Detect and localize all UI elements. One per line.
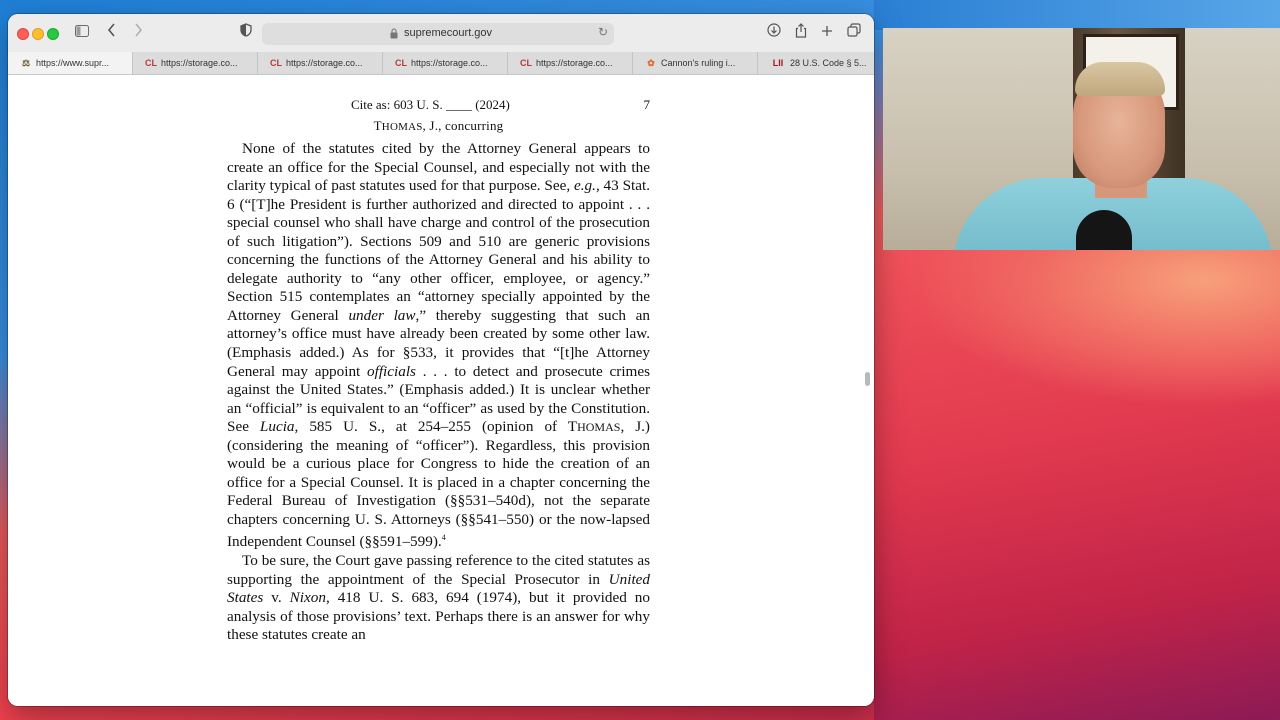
scrollbar-thumb[interactable] bbox=[865, 372, 870, 386]
tab-bar: ⚖ https://www.supr... CL https://storage.c… bbox=[8, 52, 874, 75]
tab-label: Cannon's ruling i... bbox=[661, 58, 736, 68]
text-run: , J.) (considering the meaning of “offic… bbox=[227, 418, 650, 551]
courtlistener-icon: CL bbox=[145, 58, 157, 68]
tab-overview-icon[interactable] bbox=[844, 23, 864, 43]
share-icon[interactable] bbox=[791, 23, 811, 43]
text-run: , 43 Stat. 6 (“[T]he President is furthe… bbox=[227, 177, 650, 324]
paragraph: To be sure, the Court gave passing refer… bbox=[227, 552, 650, 645]
courtlistener-icon: CL bbox=[270, 58, 282, 68]
text-run: To be sure, the Court gave passing refer… bbox=[227, 552, 650, 588]
back-button[interactable] bbox=[102, 23, 122, 43]
opinion-heading: THOMAS, J., concurring bbox=[227, 118, 650, 140]
tab-nbc[interactable]: ✿ Cannon's ruling i... bbox=[633, 52, 758, 74]
tab-label: https://storage.co... bbox=[161, 58, 238, 68]
court-seal-icon: ⚖ bbox=[21, 58, 31, 68]
downloads-icon[interactable] bbox=[764, 23, 784, 43]
tab-storage-4[interactable]: CL https://storage.co... bbox=[508, 52, 633, 74]
nbc-peacock-icon: ✿ bbox=[647, 58, 655, 68]
pdf-page[interactable]: Cite as: 603 U. S. ____ (2024) 7 THOMAS,… bbox=[8, 75, 874, 706]
close-window-button[interactable] bbox=[17, 28, 29, 40]
page-number: 7 bbox=[643, 97, 651, 112]
paragraph: None of the statutes cited by the Attorn… bbox=[227, 140, 650, 552]
opinion-heading-initial: T bbox=[373, 118, 382, 133]
browser-toolbar: supremecourt.gov ↻ bbox=[8, 14, 874, 53]
tab-supremecourt[interactable]: ⚖ https://www.supr... bbox=[8, 52, 133, 74]
tab-storage-2[interactable]: CL https://storage.co... bbox=[258, 52, 383, 74]
tab-label: https://storage.co... bbox=[536, 58, 613, 68]
italic-run: e.g. bbox=[574, 177, 596, 195]
new-tab-icon[interactable] bbox=[817, 23, 837, 43]
lock-icon bbox=[390, 28, 398, 39]
footnote-marker[interactable]: 4 bbox=[442, 533, 446, 542]
tab-lii[interactable]: LII 28 U.S. Code § 5... bbox=[758, 52, 874, 74]
tab-label: 28 U.S. Code § 5... bbox=[790, 58, 867, 68]
tab-label: https://storage.co... bbox=[411, 58, 488, 68]
smallcaps-run: HOMAS bbox=[577, 420, 621, 435]
address-bar[interactable]: supremecourt.gov ↻ bbox=[262, 23, 614, 45]
reload-icon[interactable]: ↻ bbox=[598, 25, 608, 39]
tab-label: https://storage.co... bbox=[286, 58, 363, 68]
courtlistener-icon: CL bbox=[520, 58, 532, 68]
text-run: v. bbox=[263, 589, 290, 607]
running-head: Cite as: 603 U. S. ____ (2024) 7 bbox=[227, 75, 650, 112]
tab-storage-1[interactable]: CL https://storage.co... bbox=[133, 52, 258, 74]
courtlistener-icon: CL bbox=[395, 58, 407, 68]
lii-icon: LII bbox=[772, 58, 784, 68]
citation: Cite as: 603 U. S. ____ (2024) bbox=[351, 97, 510, 112]
minimize-window-button[interactable] bbox=[32, 28, 44, 40]
sidebar-toggle-icon[interactable] bbox=[72, 23, 92, 43]
address-url: supremecourt.gov bbox=[404, 27, 493, 39]
desktop-wallpaper-top bbox=[874, 0, 1280, 30]
italic-run: Nixon bbox=[289, 589, 326, 607]
italic-run: Lucia bbox=[259, 418, 295, 436]
desktop-wallpaper bbox=[874, 250, 1280, 720]
forward-button[interactable] bbox=[128, 23, 148, 43]
presenter-hair bbox=[1075, 62, 1165, 96]
zoom-window-button[interactable] bbox=[47, 28, 59, 40]
tab-label: https://www.supr... bbox=[36, 58, 110, 68]
italic-run: under law bbox=[348, 306, 416, 324]
opinion-heading-name: HOMAS bbox=[381, 121, 423, 133]
italic-run: officials bbox=[367, 362, 416, 380]
privacy-shield-icon[interactable] bbox=[236, 23, 256, 43]
text-run: , 585 U. S., at 254–255 (opinion of T bbox=[294, 418, 578, 436]
browser-window: supremecourt.gov ↻ ⚖ https://www.supr... … bbox=[8, 14, 874, 706]
tab-storage-3[interactable]: CL https://storage.co... bbox=[383, 52, 508, 74]
opinion-document: Cite as: 603 U. S. ____ (2024) 7 THOMAS,… bbox=[227, 75, 650, 645]
webcam-overlay bbox=[883, 28, 1280, 250]
opinion-heading-rest: , J., concurring bbox=[422, 118, 504, 133]
